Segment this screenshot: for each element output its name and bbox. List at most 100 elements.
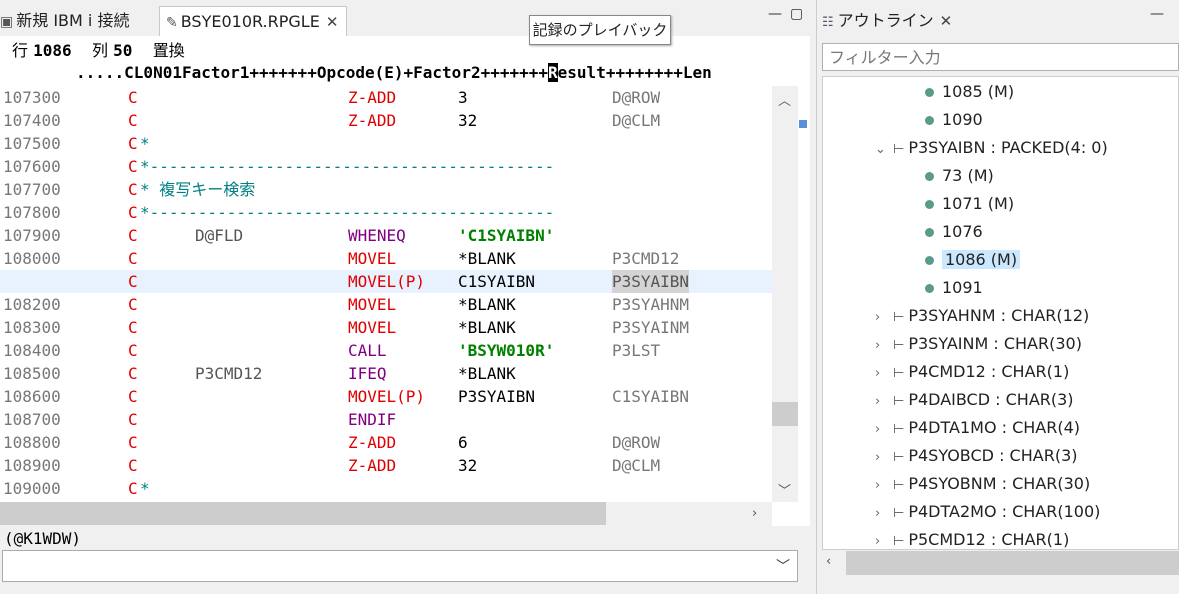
ruler-before: .....CL0N01Factor1+++++++Opcode(E)+Facto…	[76, 63, 549, 82]
reference-icon	[925, 88, 934, 97]
code-line[interactable]: C ENDIF	[0, 408, 772, 431]
minimize-icon[interactable]: —	[1150, 6, 1164, 22]
outline-reference[interactable]: 1086 (M)	[925, 247, 1021, 273]
code-line[interactable]: C Z-ADD 3 D@ROW	[0, 86, 772, 109]
chevron-right-icon[interactable]: ›	[875, 417, 893, 443]
spec-type: C	[128, 410, 138, 429]
opcode: MOVEL	[348, 249, 397, 268]
comment-text: *---------------------------------------…	[140, 203, 555, 222]
chevron-right-icon[interactable]: ›	[875, 473, 893, 499]
factor1-field: D@FLD	[195, 226, 244, 245]
outline-reference[interactable]: 1091	[925, 275, 983, 301]
outline-reference[interactable]: 1090	[925, 107, 983, 133]
spec-type: C	[128, 433, 138, 452]
result-field: D@ROW	[612, 433, 661, 452]
playback-tooltip: 記録のプレイバック	[529, 15, 671, 45]
col-label: 列	[91, 41, 108, 60]
factor2-field: 32	[458, 456, 478, 475]
factor2-field: P3SYAIBN	[458, 387, 536, 406]
outline-field[interactable]: › ⊢ P4SYOBNM : CHAR(30)	[875, 471, 1090, 499]
chevron-right-icon[interactable]: ›	[875, 305, 893, 331]
code-line[interactable]: C *--------------------------------------…	[0, 155, 772, 178]
close-icon[interactable]: ✕	[940, 12, 953, 30]
chevron-down-icon[interactable]: ⌄	[875, 137, 893, 163]
outline-field[interactable]: › ⊢ P3SYAINM : CHAR(30)	[875, 331, 1082, 359]
scroll-up-icon[interactable]: ︿	[778, 90, 791, 109]
chevron-right-icon[interactable]: ›	[875, 389, 893, 415]
code-line[interactable]: C MOVEL *BLANK P3SYAINM	[0, 316, 772, 339]
vertical-scroll-thumb[interactable]	[772, 402, 798, 426]
outline-tree[interactable]: 1085 (M) 1090 ⌄ ⊢ P3SYAIBN : PACKED(4: 0) 73 …	[822, 76, 1179, 550]
outline-filter-input[interactable]: フィルター入力	[822, 43, 1179, 71]
tab-new-ibmi-connection[interactable]: ▣ 新規 IBM i 接続	[0, 6, 135, 36]
reference-icon	[925, 200, 934, 209]
outline-reference[interactable]: 1071 (M)	[925, 191, 1014, 217]
outline-field[interactable]: › ⊢ P3SYAHNM : CHAR(12)	[875, 303, 1089, 331]
chevron-down-icon[interactable]: ﹀	[776, 556, 790, 576]
factor1-field: P3CMD12	[195, 364, 263, 383]
factor2-field: *BLANK	[458, 295, 516, 314]
chevron-right-icon[interactable]: ›	[875, 361, 893, 387]
code-line[interactable]: C P3CMD12 IFEQ *BLANK	[0, 362, 772, 385]
ruler-cursor: R	[548, 63, 558, 82]
scroll-left-icon[interactable]: ‹	[826, 554, 831, 569]
code-line[interactable]: C D@FLD WHENEQ 'C1SYAIBN'	[0, 224, 772, 247]
opcode: ENDIF	[348, 410, 397, 429]
opcode: Z-ADD	[348, 456, 397, 475]
code-lines[interactable]: C Z-ADD 3 D@ROW C Z-ADD 32 D@CLM C * C *-----------…	[0, 86, 772, 502]
close-icon[interactable]: ✕	[326, 13, 339, 31]
code-line[interactable]: C MOVEL(P) C1SYAIBN P3SYAIBN	[0, 270, 772, 293]
horizontal-scroll-thumb[interactable]	[0, 502, 606, 525]
code-line[interactable]: C CALL 'BSYW010R' P3LST	[0, 339, 772, 362]
result-field: P3SYAIBN	[612, 270, 690, 293]
outline-reference[interactable]: 73 (M)	[925, 163, 994, 189]
outline-field[interactable]: › ⊢ P4DTA1MO : CHAR(4)	[875, 415, 1080, 443]
code-line[interactable]: C * 複写キー検索	[0, 178, 772, 201]
outline-node-label: P4SYOBCD : CHAR(3)	[908, 446, 1078, 465]
code-line[interactable]: C Z-ADD 6 D@ROW	[0, 431, 772, 454]
vertical-scrollbar[interactable]: ︿ ﹀	[772, 86, 798, 502]
outline-field[interactable]: › ⊢ P4SYOBCD : CHAR(3)	[875, 443, 1077, 471]
row-label: 行	[12, 41, 29, 60]
opcode: Z-ADD	[348, 111, 397, 130]
outline-horizontal-scroll-thumb[interactable]	[846, 551, 1179, 575]
code-line[interactable]: C Z-ADD 32 D@CLM	[0, 109, 772, 132]
code-line[interactable]: C MOVEL *BLANK P3SYAHNM	[0, 293, 772, 316]
code-line[interactable]: C *	[0, 132, 772, 155]
col-value: 50	[113, 41, 133, 60]
spec-type: C	[128, 479, 138, 498]
code-line[interactable]: C MOVEL(P) P3SYAIBN C1SYAIBN	[0, 385, 772, 408]
spec-type: C	[128, 157, 138, 176]
spec-type: C	[128, 180, 138, 199]
reference-icon	[925, 228, 934, 237]
factor2-field: *BLANK	[458, 364, 516, 383]
code-line[interactable]: C *	[0, 477, 772, 500]
spec-type: C	[128, 272, 138, 291]
minimize-icon[interactable]: —	[768, 6, 782, 22]
tab-bsye010r-rpgle[interactable]: ✎ BSYE010R.RPGLE ✕	[159, 6, 348, 37]
prompt-combo[interactable]	[2, 550, 798, 582]
factor2-field: 3	[458, 88, 468, 107]
spec-type: C	[128, 456, 138, 475]
outline-field[interactable]: ⌄ ⊢ P3SYAIBN : PACKED(4: 0)	[875, 135, 1108, 163]
tab-outline[interactable]: ☷ アウトライン ✕	[816, 6, 952, 36]
outline-field[interactable]: › ⊢ P4DTA2MO : CHAR(100)	[875, 499, 1100, 527]
outline-field[interactable]: › ⊢ P4CMD12 : CHAR(1)	[875, 359, 1069, 387]
outline-reference[interactable]: 1085 (M)	[925, 79, 1014, 105]
code-line[interactable]: C *--------------------------------------…	[0, 201, 772, 224]
factor2-field: *BLANK	[458, 318, 516, 337]
scroll-right-icon[interactable]: ›	[752, 506, 757, 521]
overview-ruler-marker[interactable]	[799, 120, 807, 128]
code-line[interactable]: C MOVEL *BLANK P3CMD12	[0, 247, 772, 270]
chevron-right-icon[interactable]: ›	[875, 333, 893, 359]
chevron-right-icon[interactable]: ›	[875, 445, 893, 471]
scroll-down-icon[interactable]: ﹀	[778, 480, 791, 499]
code-line[interactable]: C Z-ADD 32 D@CLM	[0, 454, 772, 477]
outline-reference[interactable]: 1076	[925, 219, 983, 245]
outline-field[interactable]: › ⊢ P4DAIBCD : CHAR(3)	[875, 387, 1074, 415]
reference-icon	[925, 284, 934, 293]
outline-node-label: P4SYOBNM : CHAR(30)	[908, 474, 1091, 493]
maximize-icon[interactable]: ▢	[790, 6, 803, 22]
chevron-right-icon[interactable]: ›	[875, 501, 893, 527]
prompt-label: (@K1WDW)	[4, 529, 82, 548]
